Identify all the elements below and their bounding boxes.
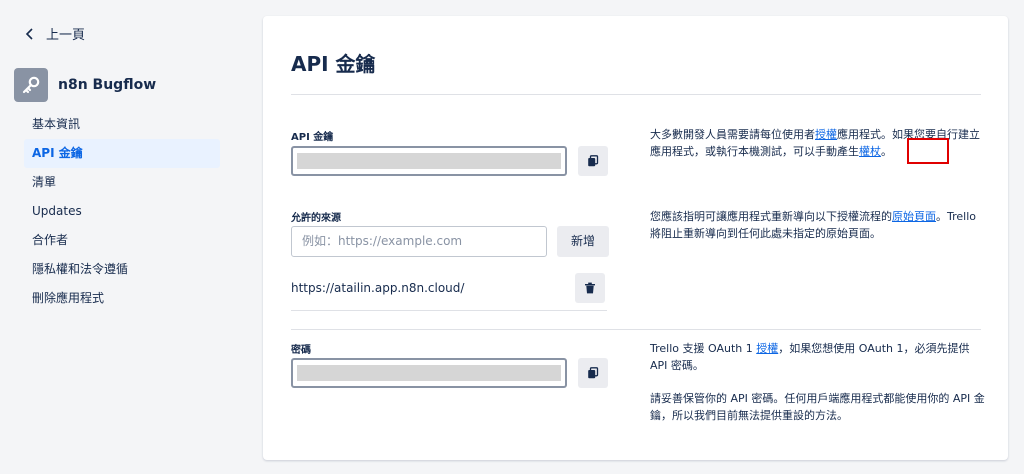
divider [291,94,981,95]
origin-url: https://atailin.app.n8n.cloud/ [291,281,465,295]
secret-warning: 請妥善保管你的 API 密碼。任何用戶端應用程式都能使用你的 API 金鑰，所以… [650,392,985,422]
key-icon [14,68,48,102]
authorize-link[interactable]: 授權 [815,128,837,141]
api-key-field[interactable] [291,146,567,176]
secret-label: 密碼 [291,345,311,356]
copy-icon [588,155,599,167]
divider [291,329,981,330]
sidebar-item-updates[interactable]: Updates [24,197,220,226]
sidebar-item-privacy[interactable]: 隱私權和法令遵循 [24,255,220,284]
oauth-authorize-link[interactable]: 授權 [756,342,778,355]
origin-page-link[interactable]: 原始頁面 [892,210,936,223]
sidebar-item-delete-app[interactable]: 刪除應用程式 [24,284,220,313]
annotation-highlight-box [907,138,949,164]
back-link[interactable]: 上一頁 [24,24,85,43]
desc-text: Trello 支援 OAuth 1 [650,342,757,355]
add-origin-button[interactable]: 新增 [557,226,609,257]
delete-origin-button[interactable] [575,273,605,303]
trash-icon [585,282,595,294]
secret-description: Trello 支援 OAuth 1 授權，如果您想使用 OAuth 1，必須先提… [650,340,985,374]
api-key-card: API 金鑰 API 金鑰 大多數開發人員需要請每位使用者授權應用程式。如果您要… [263,16,1008,460]
page-title: API 金鑰 [291,52,376,76]
sidebar-item-collaborators[interactable]: 合作者 [24,226,220,255]
desc-text: 大多數開發人員需要請每位使用者 [650,128,815,141]
copy-icon [588,367,599,379]
token-link[interactable]: 權杖 [859,145,881,158]
app-name: n8n Bugflow [58,77,157,93]
allowed-origins-label: 允許的來源 [291,213,341,224]
origins-description: 您應該指明可讓應用程式重新導向以下授權流程的原始頁面。Trello 將阻止重新導… [650,208,985,242]
divider [291,310,607,311]
sidebar-item-lists[interactable]: 清單 [24,168,220,197]
secret-masked-value [297,365,561,381]
sidebar-item-basic-info[interactable]: 基本資訊 [24,110,220,139]
api-key-label: API 金鑰 [291,132,334,143]
secret-field[interactable] [291,358,567,388]
chevron-left-icon [25,27,33,40]
sidebar-nav: 基本資訊 API 金鑰 清單 Updates 合作者 隱私權和法令遵循 刪除應用… [24,110,220,313]
copy-api-key-button[interactable] [578,146,608,176]
desc-text: 您應該指明可讓應用程式重新導向以下授權流程的 [650,210,892,223]
back-link-label: 上一頁 [46,28,86,43]
copy-secret-button[interactable] [578,358,608,388]
desc-text: 。 [881,145,892,158]
sidebar-item-api-key[interactable]: API 金鑰 [24,139,220,168]
api-key-masked-value [297,153,561,169]
origin-input[interactable]: 例如：https://example.com [291,226,547,257]
app-header: n8n Bugflow [14,68,156,102]
